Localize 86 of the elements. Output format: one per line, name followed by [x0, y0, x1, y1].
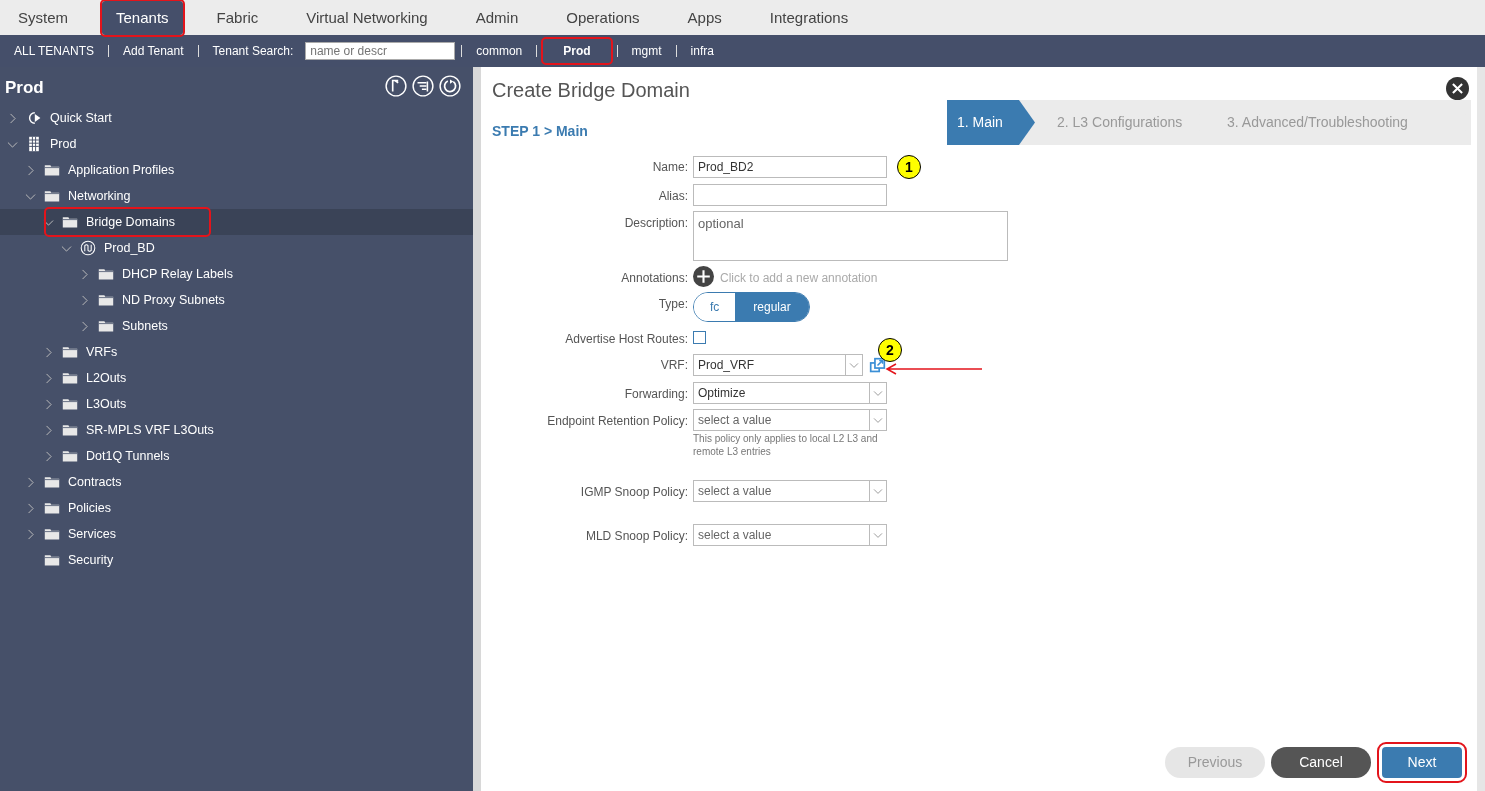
wizard-step[interactable]: 1. Main: [947, 100, 1035, 145]
add-icon[interactable]: [693, 266, 714, 287]
dropdown[interactable]: select a value: [693, 524, 887, 546]
folder-icon: [60, 448, 80, 464]
nav-tab[interactable]: Virtual Networking: [292, 1, 442, 35]
tree-item[interactable]: Policies: [0, 495, 473, 521]
folder-icon: [60, 422, 80, 438]
dropdown[interactable]: Optimize: [693, 382, 887, 404]
field-label: Annotations:: [620, 270, 689, 287]
nav-tab[interactable]: Integrations: [755, 1, 863, 35]
folder-icon: [42, 500, 62, 516]
folder-icon: [60, 370, 80, 386]
annotation-hint: Click to add a new annotation: [720, 270, 878, 287]
filter-icon[interactable]: [412, 75, 434, 97]
field-label: Forwarding:: [623, 386, 689, 403]
field-label: MLD Snoop Policy:: [584, 528, 689, 545]
text-field[interactable]: Prod_BD2: [693, 156, 887, 178]
search-label: Tenant Search:: [211, 43, 295, 60]
field-label: VRF:: [659, 357, 689, 374]
callout-marker: 1: [897, 155, 921, 179]
tenant-link[interactable]: infra: [682, 39, 722, 63]
field-label: Type:: [657, 296, 689, 313]
nav-tab[interactable]: System: [4, 1, 82, 35]
close-icon[interactable]: [1446, 77, 1469, 100]
tree-item[interactable]: L3Outs: [0, 391, 473, 417]
folder-icon: [96, 318, 116, 334]
folder-icon: [42, 474, 62, 490]
dropdown[interactable]: select a value: [693, 409, 887, 431]
tree-item[interactable]: Prod_BD: [0, 235, 473, 261]
tenant-link[interactable]: ALL TENANTS: [6, 39, 103, 63]
text-field[interactable]: [693, 184, 887, 206]
refresh-icon[interactable]: [439, 75, 461, 97]
toggle-option[interactable]: regular: [735, 293, 809, 321]
tree-item[interactable]: Subnets: [0, 313, 473, 339]
tree-item[interactable]: Networking: [0, 183, 473, 209]
folder-icon: [96, 266, 116, 282]
tree-item[interactable]: L2Outs: [0, 365, 473, 391]
field-label: IGMP Snoop Policy:: [579, 484, 689, 501]
nav-tab[interactable]: Apps: [673, 1, 736, 35]
tenant-link[interactable]: mgmt: [623, 39, 670, 63]
tree-item[interactable]: VRFs: [0, 339, 473, 365]
dialog-button[interactable]: Cancel: [1271, 747, 1371, 778]
folder-icon: [60, 344, 80, 360]
bridge-domain-icon: [78, 240, 98, 256]
tree-item[interactable]: Security: [0, 547, 473, 573]
nav-tab[interactable]: Tenants: [102, 1, 183, 35]
dropdown[interactable]: select a value: [693, 480, 887, 502]
field-label: Advertise Host Routes:: [564, 331, 689, 348]
external-link-icon[interactable]: [869, 356, 886, 374]
nav-tab[interactable]: Operations: [552, 1, 654, 35]
tenant-link[interactable]: common: [468, 39, 531, 63]
tree-item[interactable]: ND Proxy Subnets: [0, 287, 473, 313]
checkbox[interactable]: [693, 331, 706, 344]
tree-item[interactable]: DHCP Relay Labels: [0, 261, 473, 287]
folder-icon: [60, 214, 80, 230]
tree-item[interactable]: Prod: [0, 131, 473, 157]
dialog-title: Create Bridge Domain: [491, 78, 691, 103]
help-text: This policy only applies to local L2 L3 and remote L3 entries: [693, 433, 879, 458]
folder-icon: [42, 526, 62, 542]
nav-tab[interactable]: Admin: [461, 1, 533, 35]
nav-tab[interactable]: Fabric: [202, 1, 273, 35]
folder-icon: [42, 552, 62, 568]
text-area[interactable]: optional: [693, 211, 1008, 261]
field-label: Alias:: [657, 188, 689, 205]
tenant-link[interactable]: Add Tenant: [115, 39, 192, 63]
search-field[interactable]: name or descr: [305, 42, 456, 60]
field-label: Description:: [623, 215, 689, 232]
sidebar-title: Prod: [5, 77, 44, 99]
folder-icon: [42, 162, 62, 178]
folder-icon: [60, 396, 80, 412]
tenant-link[interactable]: Prod: [543, 39, 611, 63]
tree-item[interactable]: Services: [0, 521, 473, 547]
step-heading: STEP 1 > Main: [491, 122, 589, 141]
folder-icon: [42, 188, 62, 204]
tree-item[interactable]: Bridge Domains: [0, 209, 473, 235]
tree-item[interactable]: SR-MPLS VRF L3Outs: [0, 417, 473, 443]
field-label: Endpoint Retention Policy:: [546, 413, 689, 430]
tree-item[interactable]: Quick Start: [0, 105, 473, 131]
field-label: Name:: [651, 159, 689, 176]
dropdown[interactable]: Prod_VRF: [693, 354, 863, 376]
callout-marker: 2: [878, 338, 902, 362]
tree-item[interactable]: Dot1Q Tunnels: [0, 443, 473, 469]
tree-item[interactable]: Application Profiles: [0, 157, 473, 183]
flag-icon[interactable]: [385, 75, 407, 97]
tree-item[interactable]: Contracts: [0, 469, 473, 495]
folder-icon: [96, 292, 116, 308]
